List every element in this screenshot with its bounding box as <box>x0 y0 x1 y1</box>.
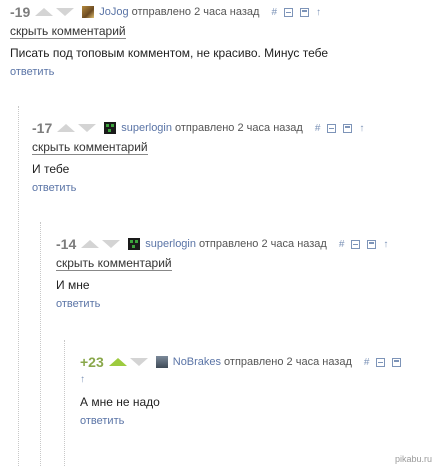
comment-meta: отправлено 2 часа назад <box>175 122 303 134</box>
collapse-icon[interactable] <box>351 239 361 249</box>
comment: +23 NoBrakes отправлено 2 часа назад # ↑… <box>80 352 408 427</box>
comment-text: Писать под топовым комментом, не красиво… <box>10 46 329 60</box>
comment: -17 superlogin отправлено 2 часа назад #… <box>32 118 371 194</box>
reply-link[interactable]: ответить <box>56 298 395 310</box>
comment-time: 2 часа назад <box>194 6 260 18</box>
comment-rating: -19 <box>10 4 31 20</box>
comment-time: 2 часа назад <box>261 238 327 250</box>
collapse-icon[interactable] <box>376 357 386 367</box>
downvote-button[interactable] <box>78 124 97 132</box>
comment: -14 superlogin отправлено 2 часа назад #… <box>56 234 395 310</box>
collapse-icon[interactable] <box>284 7 294 17</box>
downvote-button[interactable] <box>56 8 75 16</box>
save-icon[interactable] <box>367 239 377 249</box>
comment-rating: -17 <box>32 120 53 136</box>
comment-text: А мне не надо <box>80 395 160 409</box>
reply-link[interactable]: ответить <box>32 182 371 194</box>
username-link[interactable]: JoJog <box>99 6 128 18</box>
reply-link[interactable]: ответить <box>80 415 408 427</box>
avatar[interactable] <box>82 6 95 18</box>
save-icon[interactable] <box>343 123 353 133</box>
username-link[interactable]: superlogin <box>121 122 172 134</box>
thread-line <box>18 106 19 466</box>
hide-comment-link[interactable]: скрыть комментарий <box>32 141 148 155</box>
parent-arrow-icon[interactable]: ↑ <box>316 7 321 18</box>
upvote-button[interactable] <box>35 8 54 16</box>
comment-rating: +23 <box>80 354 104 370</box>
hide-comment-link[interactable]: скрыть комментарий <box>10 25 126 39</box>
username-link[interactable]: superlogin <box>145 238 196 250</box>
save-icon[interactable] <box>392 357 402 367</box>
username-link[interactable]: NoBrakes <box>173 356 221 368</box>
posted-label: отправлено <box>199 238 259 250</box>
avatar[interactable] <box>104 122 117 134</box>
comment-header: +23 NoBrakes отправлено 2 часа назад # <box>80 352 408 372</box>
comment-time: 2 часа назад <box>237 122 303 134</box>
permalink-icon[interactable]: # <box>339 239 345 250</box>
comment-time: 2 часа назад <box>286 356 352 368</box>
collapse-icon[interactable] <box>327 123 337 133</box>
parent-arrow-icon[interactable]: ↑ <box>359 123 364 134</box>
thread-line <box>64 340 65 466</box>
comment-rating: -14 <box>56 236 77 252</box>
site-watermark: pikabu.ru <box>394 454 432 464</box>
avatar[interactable] <box>128 238 141 250</box>
comment-header: -17 superlogin отправлено 2 часа назад #… <box>32 118 371 138</box>
upvote-button[interactable] <box>57 124 76 132</box>
comment-header: -19 JoJog отправлено 2 часа назад # ↑ <box>10 2 328 22</box>
permalink-icon[interactable]: # <box>271 7 277 18</box>
comment-text: И мне <box>56 278 90 292</box>
upvote-button[interactable] <box>81 240 100 248</box>
parent-arrow-icon[interactable]: ↑ <box>383 239 388 250</box>
comment-header: -14 superlogin отправлено 2 часа назад #… <box>56 234 395 254</box>
comment: -19 JoJog отправлено 2 часа назад # ↑ ск… <box>10 2 328 78</box>
comment-meta: отправлено 2 часа назад <box>199 238 327 250</box>
downvote-button[interactable] <box>102 240 121 248</box>
comment-text: И тебе <box>32 162 70 176</box>
thread-line <box>40 222 41 466</box>
posted-label: отправлено <box>131 6 192 18</box>
reply-link[interactable]: ответить <box>10 66 328 78</box>
posted-label: отправлено <box>224 356 284 368</box>
permalink-icon[interactable]: # <box>315 123 321 134</box>
comment-meta: отправлено 2 часа назад <box>224 356 352 368</box>
save-icon[interactable] <box>300 7 310 17</box>
avatar[interactable] <box>155 356 168 368</box>
permalink-icon[interactable]: # <box>364 357 370 368</box>
hide-comment-link[interactable]: скрыть комментарий <box>56 257 172 271</box>
parent-arrow-icon[interactable]: ↑ <box>80 374 408 385</box>
comment-meta: отправлено 2 часа назад <box>132 6 260 18</box>
downvote-button[interactable] <box>129 358 148 366</box>
posted-label: отправлено <box>175 122 235 134</box>
upvote-button[interactable] <box>108 358 127 366</box>
